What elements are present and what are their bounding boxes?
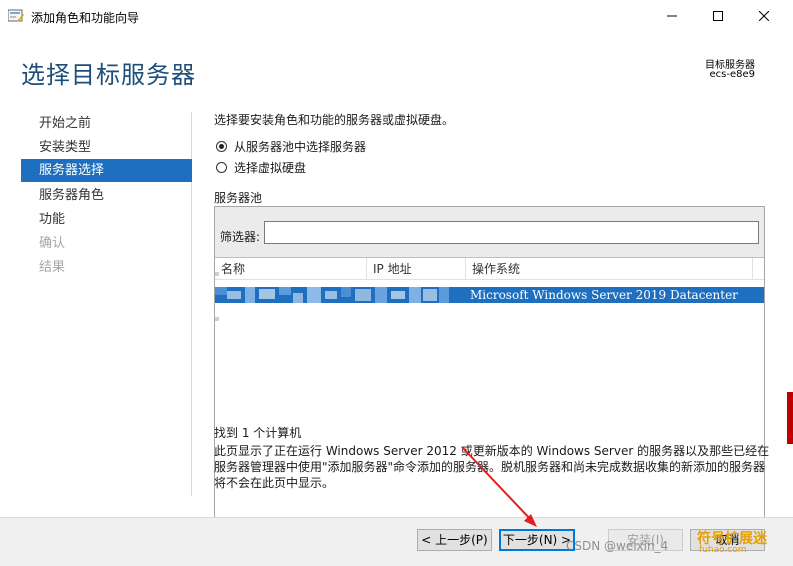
csdn-watermark: CSDN @weixin_4 <box>566 539 669 553</box>
annotation-arrow-icon <box>461 446 537 527</box>
site-url-watermark: fuhao.com <box>699 545 747 555</box>
